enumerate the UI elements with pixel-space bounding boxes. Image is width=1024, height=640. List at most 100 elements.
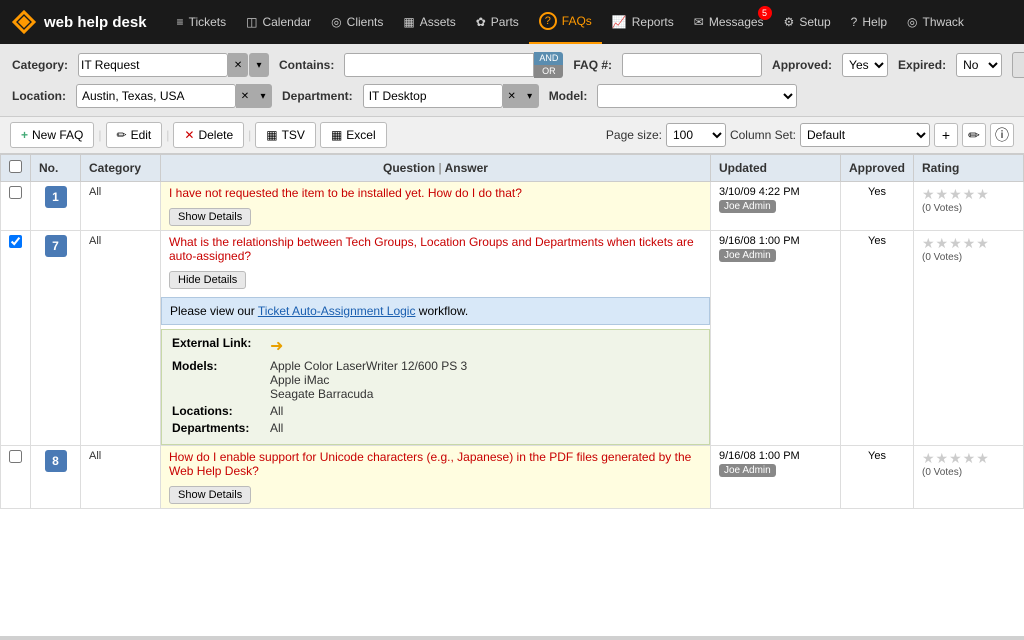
nav-faqs[interactable]: ? FAQs [529, 0, 602, 44]
departments-label: Departments: [172, 421, 262, 435]
contains-label: Contains: [279, 58, 334, 72]
approved-select[interactable]: YesNoAll [842, 53, 888, 77]
location-dropdown-btn[interactable]: ▾ [254, 84, 272, 108]
tsv-button[interactable]: ▦ TSV [255, 122, 316, 148]
department-input[interactable] [363, 84, 503, 108]
nav-assets[interactable]: ▦ Assets [393, 0, 465, 44]
location-label: Location: [12, 89, 66, 103]
faqs-icon: ? [539, 12, 557, 30]
clients-icon: ◎ [331, 15, 341, 29]
help-icon: ? [851, 15, 858, 29]
table-row: 8 All How do I enable support for Unicod… [1, 446, 1024, 509]
main-nav: ≡ Tickets ◫ Calendar ◎ Clients ▦ Assets … [167, 0, 1014, 44]
separator2: | [166, 128, 169, 142]
app-logo: web help desk [10, 8, 147, 36]
row7-check[interactable] [1, 231, 31, 446]
row8-admin-badge: Joe Admin [719, 464, 776, 477]
row1-check[interactable] [1, 182, 31, 231]
category-dropdown-btn[interactable]: ▾ [249, 53, 269, 77]
thwack-icon: ◎ [907, 15, 917, 29]
row1-admin-badge: Joe Admin [719, 200, 776, 213]
approved-label: Approved: [772, 58, 832, 72]
col-set-select[interactable]: Default [800, 123, 930, 147]
row7-approved: Yes [840, 231, 913, 446]
category-clear-btn[interactable]: ✕ [228, 53, 248, 77]
nav-help[interactable]: ? Help [841, 0, 897, 44]
nav-thwack[interactable]: ◎ Thwack [897, 0, 974, 44]
row7-updated: 9/16/08 1:00 PM Joe Admin [710, 231, 840, 446]
nav-setup[interactable]: ⚙ Setup [774, 0, 841, 44]
messages-badge: 5 [758, 6, 772, 20]
add-col-btn[interactable]: + [934, 123, 958, 147]
assets-icon: ▦ [403, 15, 414, 29]
model-select[interactable] [597, 84, 797, 108]
row1-votes: (0 Votes) [922, 203, 1015, 214]
category-input[interactable] [78, 53, 228, 77]
header-checkbox[interactable] [1, 155, 31, 182]
row7-locations: All [270, 404, 283, 418]
faq-num-input[interactable] [622, 53, 762, 77]
info-col-btn[interactable]: ⓘ [990, 123, 1014, 147]
and-btn[interactable]: AND [534, 52, 563, 65]
delete-button[interactable]: ✕ Delete [173, 122, 244, 148]
nav-reports[interactable]: 📈 Reports [602, 0, 684, 44]
nav-clients[interactable]: ◎ Clients [321, 0, 393, 44]
new-faq-button[interactable]: + New FAQ [10, 122, 94, 148]
setup-icon: ⚙ [784, 15, 795, 29]
department-label: Department: [282, 89, 353, 103]
row8-stars: ★★★★★ [922, 450, 1015, 467]
edit-col-btn[interactable]: ✏ [962, 123, 986, 147]
app-title: web help desk [44, 14, 147, 31]
faq-num-label: FAQ #: [573, 58, 612, 72]
header-rating: Rating [914, 155, 1024, 182]
row8-show-details-btn[interactable]: Show Details [169, 486, 251, 504]
department-dropdown-btn[interactable]: ▾ [521, 84, 539, 108]
tickets-icon: ≡ [177, 15, 184, 29]
row1-show-details-btn[interactable]: Show Details [169, 208, 251, 226]
row7-hide-details-btn[interactable]: Hide Details [169, 271, 246, 289]
location-input[interactable] [76, 84, 236, 108]
new-faq-icon: + [21, 128, 28, 142]
nav-calendar[interactable]: ◫ Calendar [236, 0, 321, 44]
model-label: Model: [549, 89, 588, 103]
tsv-icon: ▦ [266, 128, 277, 142]
contains-input[interactable] [344, 53, 534, 77]
page-size-select[interactable]: 1005025 [666, 123, 726, 147]
row7-details: External Link: ➜ Models: Apple Color Las… [161, 329, 710, 445]
calendar-icon: ◫ [246, 15, 257, 29]
row7-answer-link[interactable]: Ticket Auto-Assignment Logic [258, 304, 416, 318]
topbar: web help desk ≡ Tickets ◫ Calendar ◎ Cli… [0, 0, 1024, 44]
location-clear-btn[interactable]: ✕ [236, 84, 254, 108]
clear-button[interactable]: Clear [1012, 52, 1024, 78]
row1-updated: 3/10/09 4:22 PM Joe Admin [710, 182, 840, 231]
nav-tickets[interactable]: ≡ Tickets [167, 0, 237, 44]
faq-toolbar: + New FAQ | ✏ Edit | ✕ Delete | ▦ TSV ▦ … [0, 117, 1024, 154]
row8-num: 8 [31, 446, 81, 509]
row1-approved: Yes [840, 182, 913, 231]
row1-num: 1 [31, 182, 81, 231]
row7-stars: ★★★★★ [922, 235, 1015, 252]
external-link-icon[interactable]: ➜ [270, 336, 283, 356]
models-label: Models: [172, 359, 262, 401]
row7-qa: What is the relationship between Tech Gr… [161, 231, 711, 446]
excel-button[interactable]: ▦ Excel [320, 122, 387, 148]
filter-bar: Category: ✕ ▾ Contains: AND OR FAQ #: Ap… [0, 44, 1024, 117]
edit-button[interactable]: ✏ Edit [106, 122, 163, 148]
nav-parts[interactable]: ✿ Parts [466, 0, 529, 44]
select-all-checkbox[interactable] [9, 160, 22, 173]
faq-table: No. Category Question | Answer Updated A… [0, 154, 1024, 509]
ext-link-label: External Link: [172, 336, 262, 356]
separator1: | [98, 128, 101, 142]
row8-rating: ★★★★★ (0 Votes) [914, 446, 1024, 509]
row8-check[interactable] [1, 446, 31, 509]
nav-messages[interactable]: ✉ Messages 5 [684, 0, 774, 44]
row1-num-badge: 1 [45, 186, 67, 208]
category-label: Category: [12, 58, 68, 72]
department-clear-btn[interactable]: ✕ [503, 84, 521, 108]
excel-icon: ▦ [331, 128, 342, 142]
expired-label: Expired: [898, 58, 946, 72]
or-btn[interactable]: OR [534, 65, 563, 78]
row1-question: I have not requested the item to be inst… [169, 186, 702, 200]
expired-select[interactable]: NoYesAll [956, 53, 1002, 77]
row8-approved: Yes [840, 446, 913, 509]
